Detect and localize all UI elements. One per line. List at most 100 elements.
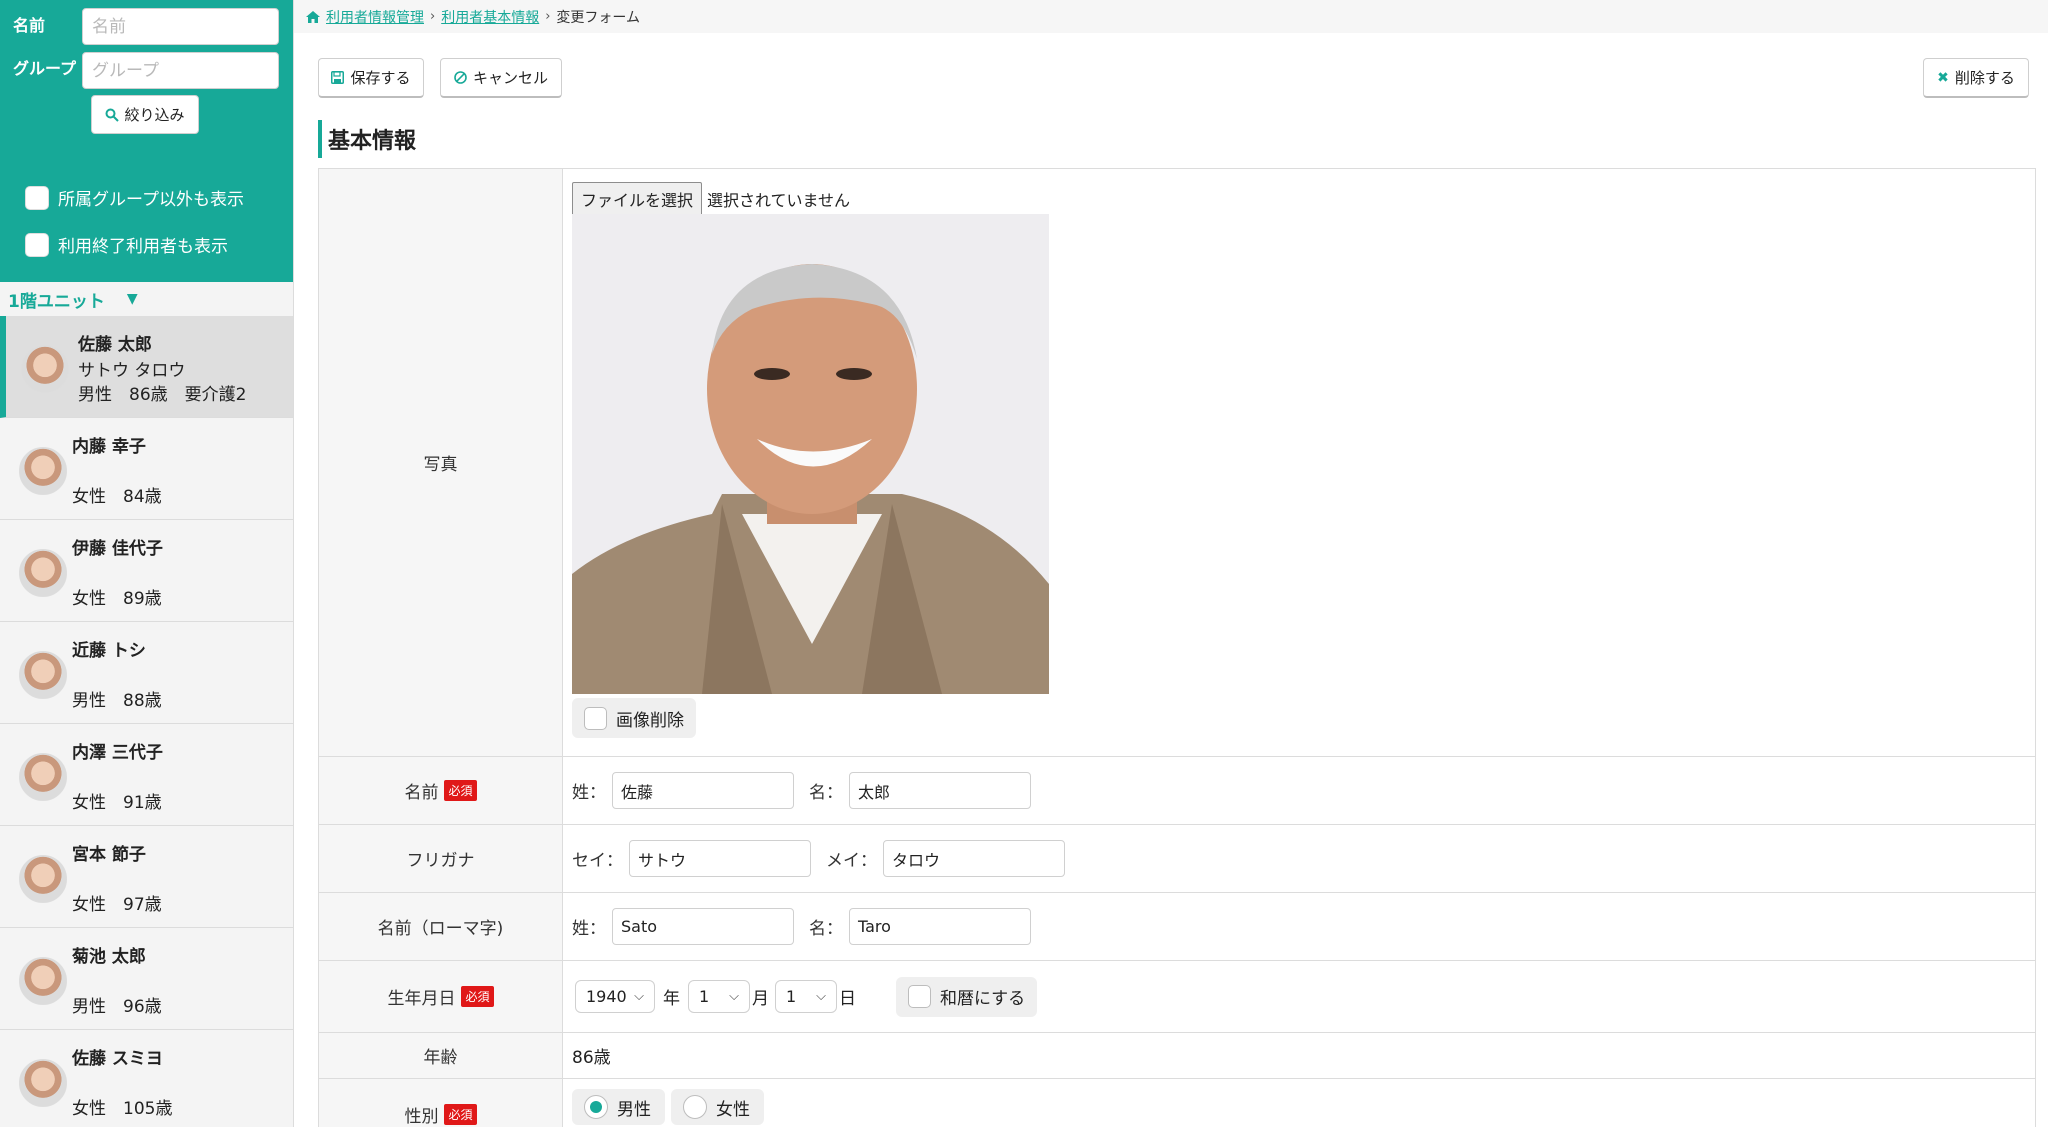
gender-female-radio[interactable]: 女性 — [671, 1089, 764, 1125]
name-filter-input[interactable] — [82, 8, 279, 45]
first-name-input[interactable]: 太郎 — [849, 772, 1031, 809]
name-label: 名前 — [404, 783, 439, 803]
photo-label: 写真 — [423, 455, 458, 475]
group-filter-input[interactable] — [82, 52, 279, 89]
chevron-down-icon: ⌵ — [634, 989, 644, 1004]
user-name: 内澤 三代子 — [72, 743, 163, 763]
wareki-label: 和暦にする — [940, 989, 1026, 1009]
age-row: 年齢 86歳 — [319, 1033, 2035, 1079]
user-list-item[interactable]: 近藤 トシ 男性 88歳 — [0, 622, 293, 724]
breadcrumb: 利用者情報管理 › 利用者基本情報 › 変更フォーム — [294, 0, 2048, 33]
birth-month-value: 1 — [699, 987, 710, 1006]
filter-button-label: 絞り込み — [124, 106, 185, 124]
user-list-item[interactable]: 内澤 三代子 女性 91歳 — [0, 724, 293, 826]
roman-name-value-cell: 姓： Sato 名： Taro — [563, 893, 2035, 960]
cancel-button-label: キャンセル — [472, 69, 548, 87]
birthdate-value-cell: 1940 ⌵ 年 1 ⌵ 月 1 ⌵ 日 和暦にする — [563, 961, 2035, 1032]
user-info: 女性 105歳 — [72, 1099, 173, 1119]
birth-year-value: 1940 — [586, 987, 627, 1006]
user-photo — [572, 214, 1049, 694]
gender-row: 性別 必須 男性 女性 — [319, 1079, 2035, 1127]
gender-label-cell: 性別 必須 — [319, 1079, 563, 1127]
avatar — [19, 855, 67, 903]
file-status-text: 選択されていません — [707, 191, 851, 210]
gender-value-cell: 男性 女性 — [563, 1079, 2035, 1125]
first-kana-input[interactable]: タロウ — [883, 840, 1065, 877]
user-list-item[interactable]: 宮本 節子 女性 97歳 — [0, 826, 293, 928]
avatar — [19, 447, 67, 495]
basic-info-form: 写真 ファイルを選択 選択されていません 画像削除 名前 必須 姓： 佐藤 名：… — [318, 168, 2036, 1127]
user-name: 内藤 幸子 — [72, 437, 146, 457]
main-content: 利用者情報管理 › 利用者基本情報 › 変更フォーム 保存する キャンセル ✖ … — [294, 0, 2048, 1127]
name-row: 名前 必須 姓： 佐藤 名： 太郎 — [319, 757, 2035, 825]
delete-button[interactable]: ✖ 削除する — [1923, 58, 2029, 98]
cancel-button[interactable]: キャンセル — [440, 58, 562, 98]
chevron-down-icon: ⌵ — [816, 989, 826, 1004]
delete-image-label: 画像削除 — [616, 710, 684, 731]
required-badge: 必須 — [444, 780, 477, 801]
name-value-cell: 姓： 佐藤 名： 太郎 — [563, 757, 2035, 824]
floppy-disk-icon — [331, 71, 345, 84]
photo-row: 写真 ファイルを選択 選択されていません 画像削除 — [319, 169, 2035, 757]
save-button[interactable]: 保存する — [318, 58, 424, 98]
user-info: 男性 86歳 要介護2 — [78, 385, 247, 405]
file-select-button[interactable]: ファイルを選択 — [572, 182, 703, 216]
furigana-label-cell: フリガナ — [319, 825, 563, 892]
user-name: 佐藤 太郎 — [78, 335, 152, 355]
show-ended-users-label: 利用終了利用者も表示 — [58, 237, 228, 257]
user-list-item[interactable]: 伊藤 佳代子 女性 89歳 — [0, 520, 293, 622]
birth-day-select[interactable]: 1 ⌵ — [775, 980, 837, 1013]
delete-button-label: 削除する — [1954, 69, 2015, 87]
wareki-checkbox[interactable]: 和暦にする — [896, 976, 1038, 1017]
section-title: 基本情報 — [318, 120, 416, 158]
checkbox-box[interactable] — [25, 232, 49, 257]
breadcrumb-link-user-management[interactable]: 利用者情報管理 — [326, 7, 424, 27]
user-list-item[interactable]: 佐藤 スミヨ 女性 105歳 — [0, 1030, 293, 1127]
checkbox-box[interactable] — [908, 985, 931, 1008]
first-roman-input[interactable]: Taro — [849, 908, 1031, 945]
radio-button[interactable] — [584, 1095, 608, 1119]
last-roman-prefix: 姓： — [572, 919, 606, 939]
unit-label: 1階ユニット — [8, 291, 105, 312]
month-unit: 月 — [752, 989, 769, 1009]
breadcrumb-current: 変更フォーム — [556, 9, 640, 26]
age-value: 86歳 — [572, 1048, 611, 1068]
breadcrumb-link-user-basic-info[interactable]: 利用者基本情報 — [441, 7, 539, 27]
user-list-item[interactable]: 菊池 太郎 男性 96歳 — [0, 928, 293, 1030]
show-other-groups-label: 所属グループ以外も表示 — [58, 190, 244, 210]
ban-icon — [454, 71, 467, 84]
radio-button[interactable] — [683, 1095, 707, 1119]
birth-year-select[interactable]: 1940 ⌵ — [575, 980, 655, 1013]
birth-month-select[interactable]: 1 ⌵ — [688, 980, 750, 1013]
checkbox-box[interactable] — [584, 706, 607, 730]
user-info: 女性 89歳 — [72, 589, 162, 609]
show-other-groups-checkbox[interactable]: 所属グループ以外も表示 — [25, 185, 244, 210]
close-icon: ✖ — [1937, 69, 1949, 86]
show-ended-users-checkbox[interactable]: 利用終了利用者も表示 — [25, 232, 228, 257]
filter-panel: 名前 グループ 絞り込み 所属グループ以外も表示 利用終了利用者も表示 — [0, 0, 293, 282]
gender-male-radio[interactable]: 男性 — [572, 1089, 665, 1125]
birthdate-row: 生年月日 必須 1940 ⌵ 年 1 ⌵ 月 1 ⌵ 日 和暦にする — [319, 961, 2035, 1033]
name-filter-label: 名前 — [13, 16, 46, 35]
last-name-input[interactable]: 佐藤 — [612, 772, 794, 809]
furigana-value-cell: セイ： サトウ メイ： タロウ — [563, 825, 2035, 892]
checkbox-box[interactable] — [25, 185, 49, 210]
group-filter-label: グループ — [13, 59, 77, 78]
unit-selector[interactable]: 1階ユニット ▼ — [0, 282, 293, 316]
delete-image-checkbox[interactable]: 画像削除 — [572, 698, 696, 738]
filter-button[interactable]: 絞り込み — [91, 95, 199, 134]
user-list-item[interactable]: 佐藤 太郎 サトウ タロウ 男性 86歳 要介護2 — [0, 316, 293, 418]
user-list-item[interactable]: 内藤 幸子 女性 84歳 — [0, 418, 293, 520]
sidebar: 名前 グループ 絞り込み 所属グループ以外も表示 利用終了利用者も表示 1階ユニ… — [0, 0, 294, 1127]
avatar — [19, 651, 67, 699]
last-roman-input[interactable]: Sato — [612, 908, 794, 945]
breadcrumb-separator: › — [545, 9, 551, 24]
roman-name-label-cell: 名前（ローマ字) — [319, 893, 563, 960]
home-icon — [306, 10, 320, 23]
user-info: 男性 96歳 — [72, 997, 162, 1017]
save-button-label: 保存する — [350, 69, 411, 87]
last-kana-input[interactable]: サトウ — [629, 840, 811, 877]
birth-day-value: 1 — [786, 987, 797, 1006]
first-name-prefix: 名： — [809, 783, 843, 803]
search-icon — [105, 108, 120, 122]
